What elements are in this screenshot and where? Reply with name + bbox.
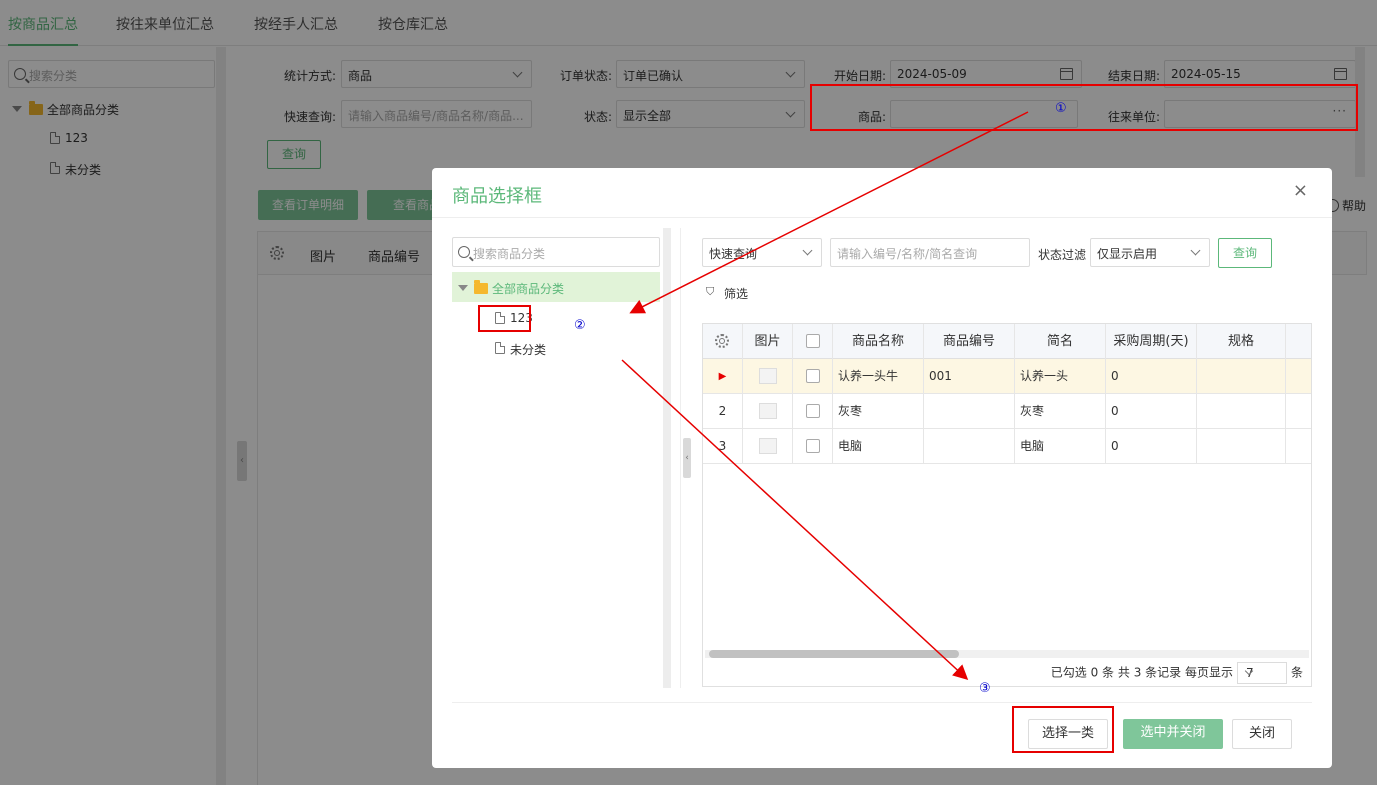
arrow-step1-to-step2 xyxy=(629,111,1029,314)
arrow-step2-to-step3 xyxy=(621,359,969,681)
annotation-arrows xyxy=(621,111,1029,681)
